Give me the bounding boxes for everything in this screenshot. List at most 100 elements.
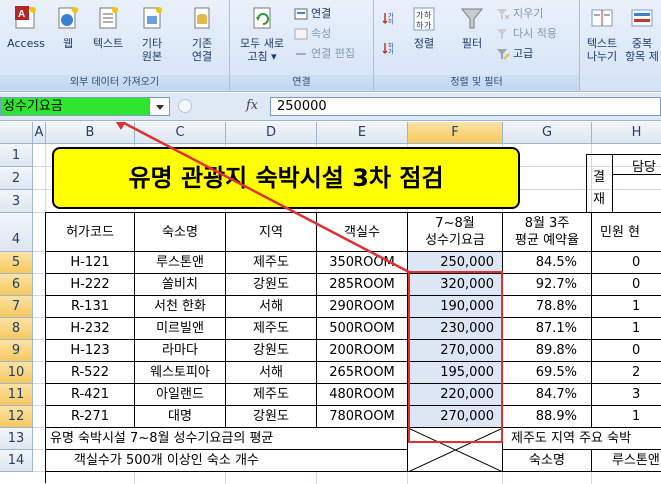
cell-name[interactable]: 라마다 — [135, 340, 226, 362]
text-button[interactable]: 텍스트 — [86, 4, 130, 50]
properties-button[interactable]: 속성 — [294, 26, 331, 42]
row-header-7[interactable]: 7 — [0, 296, 33, 318]
cell-rooms[interactable]: 350ROOM — [317, 252, 408, 274]
cell-rooms[interactable]: 200ROOM — [317, 340, 408, 362]
cell-rooms[interactable]: 265ROOM — [317, 362, 408, 384]
cell-rooms[interactable]: 500ROOM — [317, 318, 408, 340]
column-header-a[interactable]: A — [33, 122, 46, 144]
formula-bar-separator[interactable] — [178, 99, 192, 113]
row-header-4[interactable]: 4 — [0, 213, 33, 252]
select-all-corner[interactable] — [0, 122, 33, 144]
cell-region[interactable]: 강원도 — [226, 406, 317, 428]
header-code[interactable]: 허가코드 — [46, 213, 135, 252]
reapply-button[interactable]: 다시 적용 — [496, 26, 557, 42]
sort-ascending-button[interactable]: 가하 — [382, 10, 399, 26]
cell-rooms[interactable]: 285ROOM — [317, 274, 408, 296]
cell-rate[interactable]: 89.8% — [503, 340, 592, 362]
web-button[interactable]: 웹 — [52, 4, 84, 50]
cell-rooms[interactable]: 780ROOM — [317, 406, 408, 428]
cell-complaint[interactable]: 0 — [592, 340, 661, 362]
column-header-f[interactable]: F — [408, 122, 503, 144]
text-to-columns-button[interactable]: 텍스트 나누기 — [582, 4, 622, 63]
cell-code[interactable]: H-121 — [46, 252, 135, 274]
column-header-h[interactable]: H — [592, 122, 661, 144]
clear-button[interactable]: 지우기 — [496, 6, 543, 22]
sort-button[interactable]: 가하 하가 정렬 — [406, 4, 442, 50]
row14-name-value[interactable]: 루스톤앤 — [592, 450, 661, 472]
cell-name[interactable]: 미르빌앤 — [135, 318, 226, 340]
name-box-dropdown[interactable] — [150, 97, 170, 116]
column-header-e[interactable]: E — [317, 122, 408, 144]
cell-code[interactable]: R-271 — [46, 406, 135, 428]
advanced-button[interactable]: 고급 — [496, 46, 533, 62]
row-header-9[interactable]: 9 — [0, 340, 33, 362]
sort-descending-button[interactable]: 하가 — [382, 40, 399, 56]
cell-region[interactable]: 서해 — [226, 296, 317, 318]
row14-name-label[interactable]: 숙소명 — [503, 450, 592, 472]
cell-complaint[interactable]: 0 — [592, 252, 661, 274]
cell-code[interactable]: R-522 — [46, 362, 135, 384]
cell-name[interactable]: 대명 — [135, 406, 226, 428]
access-button[interactable]: A Access — [4, 4, 48, 50]
row-header-11[interactable]: 11 — [0, 384, 33, 406]
row-header-6[interactable]: 6 — [0, 274, 33, 296]
row-header-2[interactable]: 2 — [0, 167, 33, 190]
jeju-label[interactable]: 제주도 지역 주요 숙박 — [503, 428, 661, 450]
cell-rate[interactable]: 84.7% — [503, 384, 592, 406]
header-rate[interactable]: 8월 3주 평균 예약율 — [503, 213, 592, 252]
cell-name[interactable]: 웨스토피아 — [135, 362, 226, 384]
row-header-1[interactable]: 1 — [0, 144, 33, 167]
column-header-d[interactable]: D — [226, 122, 317, 144]
column-header-c[interactable]: C — [135, 122, 226, 144]
connections-button[interactable]: 연결 — [294, 6, 331, 22]
refresh-all-button[interactable]: 모두 새로 고침 ▾ — [234, 4, 290, 63]
cell-complaint[interactable]: 0 — [592, 274, 661, 296]
cell-code[interactable]: H-232 — [46, 318, 135, 340]
cell-region[interactable]: 제주도 — [226, 252, 317, 274]
cell-complaint[interactable]: 2 — [592, 362, 661, 384]
cell-region[interactable]: 제주도 — [226, 384, 317, 406]
worksheet-grid[interactable]: ABCDEFGH 1 2 3 4 5 6 7 8 9 10 11 12 13 14 유명 관광지 숙박시설… — [0, 122, 661, 484]
cell-region[interactable]: 서해 — [226, 362, 317, 384]
existing-connections-button[interactable]: 기존 연결 — [182, 4, 222, 63]
column-header-b[interactable]: B — [46, 122, 135, 144]
edit-links-button[interactable]: 연결 편집 — [294, 46, 355, 62]
cell-region[interactable]: 제주도 — [226, 318, 317, 340]
cell-name[interactable]: 서천 한화 — [135, 296, 226, 318]
cell-name[interactable]: 쏠비치 — [135, 274, 226, 296]
name-box[interactable]: 성수기요금 — [0, 97, 150, 116]
cell-code[interactable]: H-222 — [46, 274, 135, 296]
cell-code[interactable]: R-131 — [46, 296, 135, 318]
header-rooms[interactable]: 객실수 — [317, 213, 408, 252]
cell-rate[interactable]: 84.5% — [503, 252, 592, 274]
header-region[interactable]: 지역 — [226, 213, 317, 252]
row-header-12[interactable]: 12 — [0, 406, 33, 428]
row-header-14[interactable]: 14 — [0, 450, 33, 472]
header-name[interactable]: 숙소명 — [135, 213, 226, 252]
other-sources-button[interactable]: 기타 원본 — [132, 4, 172, 63]
cell-rate[interactable]: 69.5% — [503, 362, 592, 384]
cell-rate[interactable]: 92.7% — [503, 274, 592, 296]
cell-complaint[interactable]: 1 — [592, 318, 661, 340]
cell-name[interactable]: 아일랜드 — [135, 384, 226, 406]
cell-region[interactable]: 강원도 — [226, 274, 317, 296]
header-price[interactable]: 7~8월 성수기요금 — [408, 213, 503, 252]
cell-code[interactable]: H-123 — [46, 340, 135, 362]
cell-rooms[interactable]: 480ROOM — [317, 384, 408, 406]
filter-button[interactable]: 필터 — [454, 4, 490, 50]
cell-rate[interactable]: 88.9% — [503, 406, 592, 428]
column-header-g[interactable]: G — [503, 122, 592, 144]
row-header-13[interactable]: 13 — [0, 428, 33, 450]
rooms-500-label[interactable]: 객실수가 500개 이상인 숙소 개수 — [46, 450, 408, 472]
insert-function-icon[interactable]: fx — [246, 98, 258, 113]
row-header-3[interactable]: 3 — [0, 190, 33, 213]
remove-duplicates-button[interactable]: 중복 항목 제 — [622, 4, 661, 63]
cell-region[interactable]: 강원도 — [226, 340, 317, 362]
cell-complaint[interactable]: 1 — [592, 406, 661, 428]
formula-input[interactable]: 250000 — [270, 97, 661, 116]
cell-code[interactable]: R-421 — [46, 384, 135, 406]
cell-name[interactable]: 루스톤앤 — [135, 252, 226, 274]
row-header-5[interactable]: 5 — [0, 252, 33, 274]
header-complaint[interactable]: 민원 현 — [592, 213, 661, 252]
cell-rate[interactable]: 78.8% — [503, 296, 592, 318]
